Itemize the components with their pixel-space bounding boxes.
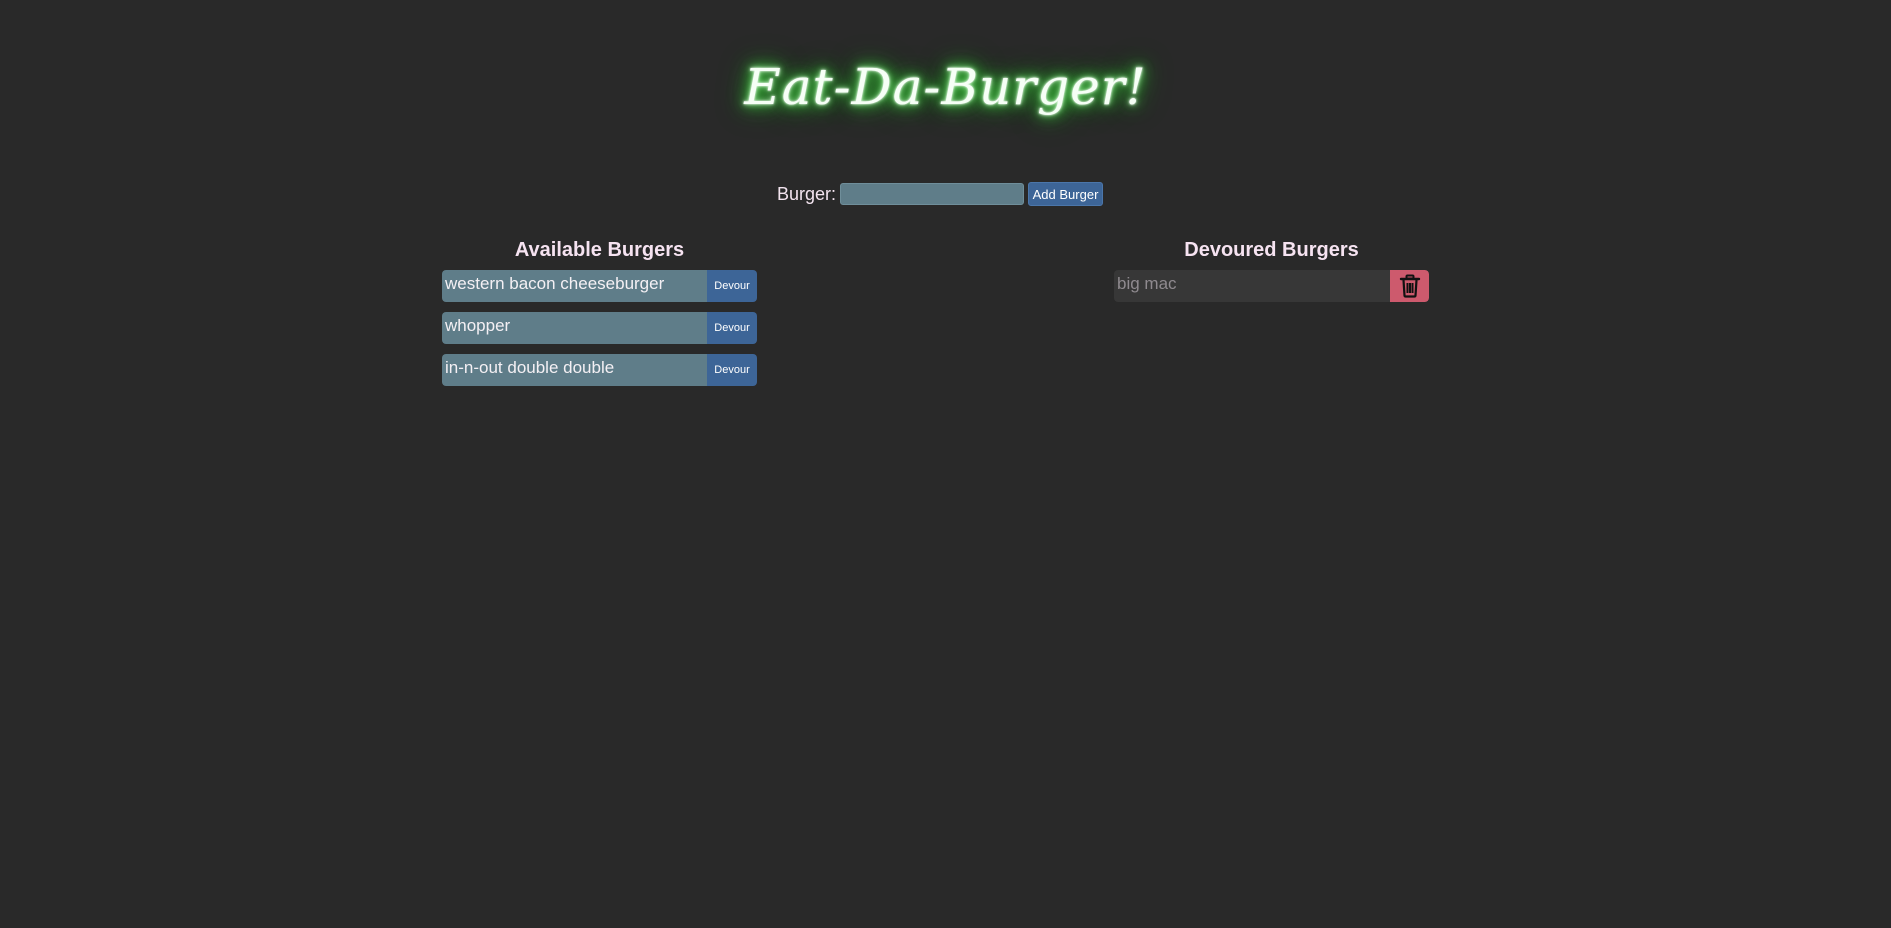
burger-name: in-n-out double double (442, 354, 707, 386)
page: Eat-Da-Burger! Burger: Add Burger Availa… (0, 0, 1891, 928)
devoured-burgers-title: Devoured Burgers (1184, 239, 1359, 261)
available-burgers-title: Available Burgers (514, 239, 685, 261)
add-burger-button[interactable]: Add Burger (1028, 182, 1104, 206)
available-burgers-column: Available Burgers western bacon cheesebu… (442, 236, 757, 396)
available-burger-row: in-n-out double double Devour (442, 354, 757, 386)
site-title: Eat-Da-Burger! (744, 58, 1147, 116)
trash-icon (1399, 274, 1421, 298)
devoured-burgers-column: Devoured Burgers big mac (1114, 236, 1429, 312)
available-burger-row: whopper Devour (442, 312, 757, 344)
add-burger-form: Burger: Add Burger (777, 182, 1104, 206)
burger-input-label: Burger: (777, 183, 837, 204)
devour-button[interactable]: Devour (707, 354, 757, 386)
burger-name: whopper (442, 312, 707, 344)
available-burger-row: western bacon cheeseburger Devour (442, 270, 757, 302)
devoured-burger-name: big mac (1114, 270, 1390, 302)
devour-button[interactable]: Devour (707, 312, 757, 344)
devoured-burger-row: big mac (1114, 270, 1429, 302)
burger-name: western bacon cheeseburger (442, 270, 707, 302)
delete-burger-button[interactable] (1390, 270, 1429, 302)
burger-name-input[interactable] (840, 183, 1025, 205)
devour-button[interactable]: Devour (707, 270, 757, 302)
